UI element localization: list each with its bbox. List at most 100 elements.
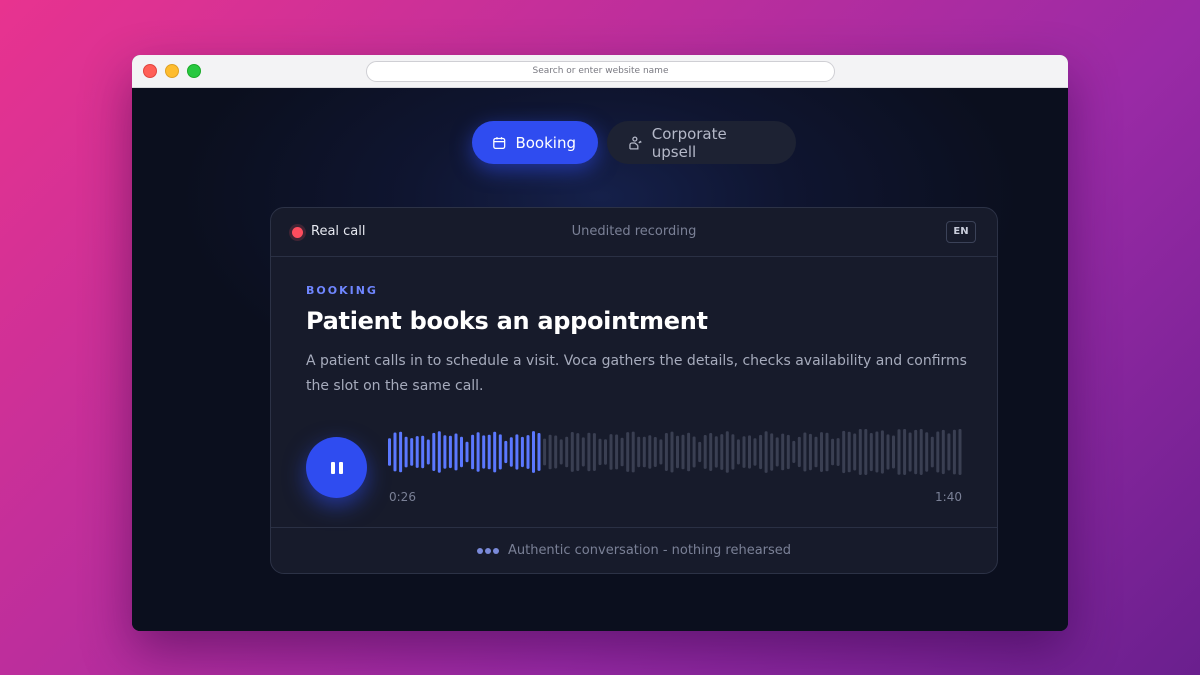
audio-waveform[interactable] bbox=[388, 427, 964, 477]
waveform-bar bbox=[482, 435, 486, 469]
tab-booking-label: Booking bbox=[515, 133, 576, 152]
waveform-bar bbox=[570, 432, 574, 472]
waveform-bar bbox=[869, 433, 873, 472]
waveform-bar bbox=[471, 434, 475, 470]
waveform-bar bbox=[620, 437, 624, 467]
waveform-bar bbox=[892, 435, 895, 469]
browser-toolbar: Search or enter website name bbox=[132, 55, 1068, 88]
waveform-bar bbox=[825, 432, 829, 472]
waveform-bar bbox=[648, 435, 652, 469]
pause-icon bbox=[330, 461, 335, 474]
recording-label: Unedited recording bbox=[571, 224, 697, 239]
waveform-bar bbox=[642, 436, 646, 468]
waveform-bar bbox=[698, 441, 702, 463]
waveform-bar bbox=[393, 432, 397, 472]
waveform-bar bbox=[736, 439, 740, 465]
waveform-bar bbox=[404, 436, 408, 468]
waveform-bar bbox=[748, 435, 751, 469]
waveform-bar bbox=[847, 431, 851, 473]
waveform-bar bbox=[426, 439, 430, 465]
waveform-bar bbox=[858, 429, 862, 475]
waveform-bar bbox=[509, 437, 513, 467]
waveform-bar bbox=[653, 437, 657, 467]
card-body: BOOKING Patient books an appointment A p… bbox=[271, 257, 997, 527]
waveform-bar bbox=[792, 440, 796, 463]
waveform-bar bbox=[598, 438, 602, 466]
waveform-bar bbox=[498, 434, 502, 470]
card-title: Patient books an appointment bbox=[306, 307, 708, 335]
waveform-bar bbox=[836, 438, 840, 466]
pause-button[interactable] bbox=[306, 437, 367, 498]
page-content: Booking Corporate upsell Real call Unedi… bbox=[132, 88, 1068, 631]
waveform-bar bbox=[753, 438, 757, 466]
waveform-bar bbox=[437, 431, 441, 473]
browser-window: Search or enter website name Booking Cor… bbox=[132, 55, 1068, 631]
calendar-icon bbox=[493, 136, 506, 149]
dots-icon bbox=[476, 547, 499, 554]
maximize-window-button[interactable] bbox=[187, 64, 201, 78]
language-badge[interactable]: EN bbox=[946, 221, 976, 243]
waveform-bar bbox=[676, 435, 679, 469]
waveform-bar bbox=[520, 436, 524, 468]
waveform-bar bbox=[958, 429, 962, 475]
waveform-bar bbox=[797, 436, 801, 468]
category-eyebrow: BOOKING bbox=[306, 284, 378, 297]
waveform-bar bbox=[725, 431, 729, 473]
waveform-bar bbox=[493, 431, 497, 473]
waveform-bar bbox=[388, 438, 391, 466]
card-footer: Authentic conversation - nothing rehears… bbox=[271, 527, 997, 573]
waveform-bar bbox=[487, 434, 491, 470]
tab-corporate-upsell[interactable]: Corporate upsell bbox=[607, 121, 796, 164]
waveform-bar bbox=[687, 432, 691, 472]
waveform-bar bbox=[914, 429, 918, 475]
waveform-bar bbox=[941, 429, 945, 475]
waveform-bar bbox=[709, 433, 713, 471]
waveform-bar bbox=[670, 431, 674, 473]
waveform-bar bbox=[925, 432, 929, 472]
waveform-bar bbox=[537, 433, 541, 471]
waveform-bar bbox=[936, 431, 940, 473]
waveform-bar bbox=[543, 438, 547, 466]
waveform-bar bbox=[903, 429, 907, 475]
waveform-bar bbox=[443, 435, 447, 469]
waveform-bar bbox=[604, 439, 607, 465]
address-bar[interactable]: Search or enter website name bbox=[366, 61, 835, 82]
waveform-bar bbox=[803, 432, 807, 472]
waveform-bar bbox=[448, 435, 452, 469]
waveform-bar bbox=[465, 441, 469, 463]
waveform-bar bbox=[886, 434, 890, 470]
waveform-bar bbox=[775, 437, 779, 467]
current-time: 0:26 bbox=[389, 490, 416, 504]
footer-text: Authentic conversation - nothing rehears… bbox=[507, 543, 792, 558]
waveform-bar bbox=[476, 432, 480, 472]
waveform-bar bbox=[820, 432, 823, 472]
waveform-bar bbox=[880, 430, 884, 474]
waveform-bar bbox=[432, 432, 436, 471]
tab-booking[interactable]: Booking bbox=[472, 121, 598, 164]
waveform-bar bbox=[731, 434, 735, 470]
waveform-bar bbox=[842, 430, 846, 474]
waveform-bar bbox=[615, 434, 619, 470]
pause-icon-bar bbox=[338, 461, 343, 474]
waveform-bar bbox=[410, 438, 414, 466]
waveform-bar bbox=[692, 436, 696, 468]
waveform-bar bbox=[681, 434, 685, 470]
waveform-bar bbox=[399, 431, 403, 473]
waveform-bar bbox=[631, 431, 635, 473]
waveform-bar bbox=[592, 433, 596, 471]
call-recording-card: Real call Unedited recording EN BOOKING … bbox=[270, 207, 998, 574]
waveform-bar bbox=[587, 432, 591, 472]
waveform-bar bbox=[786, 434, 790, 470]
person-upsell-icon bbox=[629, 135, 642, 150]
waveform-bar bbox=[947, 433, 951, 471]
waveform-bar bbox=[808, 433, 812, 471]
waveform-bar bbox=[581, 437, 585, 467]
waveform-bar bbox=[759, 434, 763, 470]
waveform-bar bbox=[714, 436, 718, 468]
waveform-bar bbox=[664, 433, 668, 471]
close-window-button[interactable] bbox=[143, 64, 157, 78]
waveform-bar bbox=[526, 435, 530, 469]
minimize-window-button[interactable] bbox=[165, 64, 179, 78]
waveform-bar bbox=[460, 436, 463, 468]
waveform-bar bbox=[897, 429, 901, 475]
